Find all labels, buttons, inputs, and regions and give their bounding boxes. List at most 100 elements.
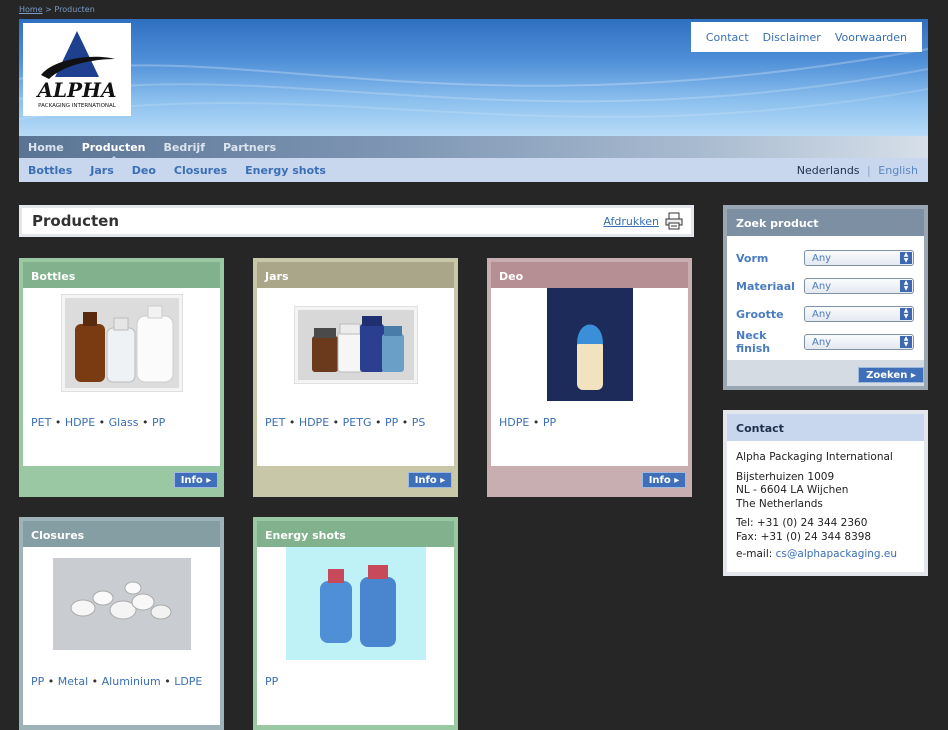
arrow-right-icon: ▸: [674, 474, 680, 486]
neck-finish-select[interactable]: Any ▲ ▼: [804, 334, 914, 350]
material-link[interactable]: PETG: [343, 416, 372, 429]
address-line: Bijsterhuizen 1009: [736, 470, 835, 483]
toplink-disclaimer[interactable]: Disclaimer: [763, 31, 821, 44]
email-label: e-mail:: [736, 548, 773, 560]
energy-shots-image[interactable]: [285, 547, 426, 660]
material-link[interactable]: PP: [31, 675, 44, 688]
select-value: Any: [812, 309, 832, 320]
search-row-grootte: Grootte Any ▲ ▼: [727, 300, 924, 328]
material-list: PET • HDPE • PETG • PP • PS: [265, 416, 426, 429]
bottles-image[interactable]: [60, 294, 183, 392]
search-button[interactable]: Zoeken ▸: [858, 367, 924, 383]
material-link[interactable]: PP: [265, 675, 278, 688]
select-value: Any: [812, 281, 832, 292]
vorm-select[interactable]: Any ▲ ▼: [804, 250, 914, 266]
address-line: NL - 6604 LA Wijchen: [736, 484, 849, 496]
lang-english[interactable]: English: [878, 164, 918, 177]
breadcrumb: Home > Producten: [19, 5, 95, 14]
contact-body: Alpha Packaging International Bijsterhui…: [727, 441, 924, 572]
product-card-bottles: Bottles PET • HDPE • Glass • PP Info ▸: [19, 258, 224, 497]
card-body: HDPE • PP: [491, 288, 688, 466]
field-label: Grootte: [736, 307, 784, 321]
nav-bedrijf[interactable]: Bedrijf: [155, 141, 214, 154]
select-value: Any: [812, 253, 832, 264]
lang-nederlands[interactable]: Nederlands: [797, 164, 860, 177]
material-link[interactable]: PP: [543, 416, 556, 429]
card-body: PP: [257, 547, 454, 725]
printer-icon[interactable]: [665, 212, 683, 230]
top-links: Contact Disclaimer Voorwaarden: [690, 22, 922, 52]
product-card-closures: Closures PP • Metal • Aluminium • LDPE: [19, 517, 224, 730]
subnav-jars[interactable]: Jars: [81, 164, 123, 177]
contact-panel: Contact Alpha Packaging International Bi…: [723, 410, 928, 576]
material-link[interactable]: PS: [412, 416, 426, 429]
sub-nav: Bottles Jars Deo Closures Energy shots N…: [19, 158, 928, 182]
closures-image[interactable]: [52, 558, 191, 650]
info-button[interactable]: Info ▸: [408, 472, 452, 488]
product-search-panel: Zoek product Vorm Any ▲ ▼ Materiaal Any ▲ ▼ …: [723, 205, 928, 390]
materiaal-select[interactable]: Any ▲ ▼: [804, 278, 914, 294]
material-list: PET • HDPE • Glass • PP: [31, 416, 166, 429]
field-label: Vorm: [736, 251, 769, 265]
alpha-logo[interactable]: ALPHA PACKAGING INTERNATIONAL: [23, 23, 131, 116]
product-card-jars: Jars PET • HDPE • PETG • PP • PS Info ▸: [253, 258, 458, 497]
fax: Fax: +31 (0) 24 344 8398: [736, 530, 872, 543]
material-link[interactable]: LDPE: [174, 675, 202, 688]
card-body: PET • HDPE • Glass • PP: [23, 288, 220, 466]
material-link[interactable]: HDPE: [299, 416, 329, 429]
material-link[interactable]: PET: [31, 416, 51, 429]
material-link[interactable]: PP: [152, 416, 165, 429]
subnav-bottles[interactable]: Bottles: [19, 164, 81, 177]
card-title[interactable]: Closures: [23, 521, 220, 547]
search-fields: Vorm Any ▲ ▼ Materiaal Any ▲ ▼ Grootte Any ▲ ▼…: [727, 236, 924, 360]
toplink-contact[interactable]: Contact: [706, 31, 749, 44]
subnav-energy-shots[interactable]: Energy shots: [236, 164, 335, 177]
search-row-materiaal: Materiaal Any ▲ ▼: [727, 272, 924, 300]
select-arrows-icon: ▲ ▼: [900, 280, 912, 292]
material-link[interactable]: PP: [385, 416, 398, 429]
product-card-energy-shots: Energy shots PP: [253, 517, 458, 730]
arrow-right-icon: ▸: [910, 369, 916, 381]
info-button-label: Info: [648, 474, 671, 486]
toplink-voorwaarden[interactable]: Voorwaarden: [835, 31, 907, 44]
material-link[interactable]: Aluminium: [102, 675, 161, 688]
card-title[interactable]: Deo: [491, 262, 688, 288]
print-link[interactable]: Afdrukken: [603, 215, 659, 228]
info-button-label: Info: [414, 474, 437, 486]
subnav-closures[interactable]: Closures: [165, 164, 236, 177]
logo-brand-text: ALPHA: [35, 78, 116, 102]
material-list: PP: [265, 675, 278, 688]
deo-image[interactable]: [546, 288, 633, 401]
grootte-select[interactable]: Any ▲ ▼: [804, 306, 914, 322]
breadcrumb-current: Producten: [54, 5, 95, 14]
breadcrumb-home-link[interactable]: Home: [19, 5, 43, 14]
email-line: e-mail: cs@alphapackaging.eu: [736, 548, 915, 562]
material-link[interactable]: HDPE: [65, 416, 95, 429]
breadcrumb-separator: >: [45, 5, 52, 14]
nav-home[interactable]: Home: [19, 141, 73, 154]
card-title[interactable]: Bottles: [23, 262, 220, 288]
field-label: Materiaal: [736, 279, 795, 293]
material-link[interactable]: HDPE: [499, 416, 529, 429]
card-title[interactable]: Jars: [257, 262, 454, 288]
main-nav: Home Producten Bedrijf Partners: [19, 136, 928, 160]
card-title[interactable]: Energy shots: [257, 521, 454, 547]
material-link[interactable]: PET: [265, 416, 285, 429]
material-link[interactable]: Glass: [109, 416, 139, 429]
email-link[interactable]: cs@alphapackaging.eu: [776, 548, 897, 560]
subnav-deo[interactable]: Deo: [123, 164, 165, 177]
lang-separator: |: [867, 164, 871, 177]
product-card-deo: Deo HDPE • PP Info ▸: [487, 258, 692, 497]
select-arrows-icon: ▲ ▼: [900, 252, 912, 264]
nav-producten[interactable]: Producten: [73, 141, 155, 160]
nav-partners[interactable]: Partners: [214, 141, 285, 154]
jars-image[interactable]: [293, 306, 418, 384]
info-button[interactable]: Info ▸: [174, 472, 218, 488]
material-list: HDPE • PP: [499, 416, 557, 429]
info-button[interactable]: Info ▸: [642, 472, 686, 488]
site-header: ALPHA PACKAGING INTERNATIONAL Contact Di…: [19, 19, 928, 136]
search-row-vorm: Vorm Any ▲ ▼: [727, 244, 924, 272]
arrow-right-icon: ▸: [440, 474, 446, 486]
select-arrows-icon: ▲ ▼: [900, 336, 912, 348]
material-link[interactable]: Metal: [58, 675, 88, 688]
